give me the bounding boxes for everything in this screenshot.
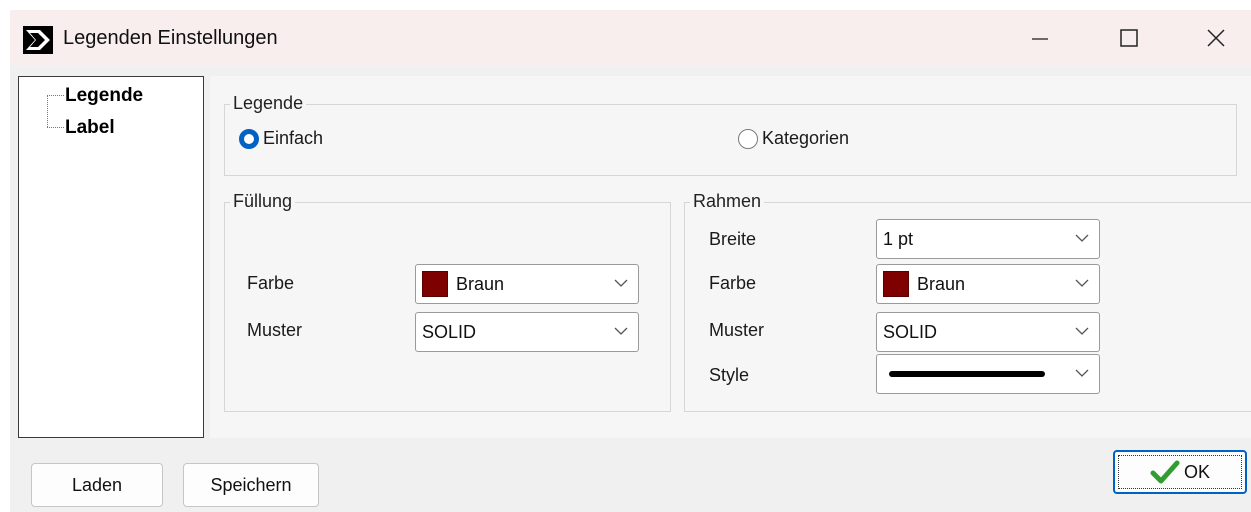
radio-checked-icon	[239, 128, 259, 149]
rahmen-farbe-value: Braun	[917, 273, 966, 294]
line-style-preview	[889, 371, 1045, 377]
checkmark-icon	[1150, 460, 1180, 484]
chevron-down-icon	[1075, 234, 1089, 242]
tree-connector	[47, 95, 48, 127]
dialog-window: Legenden Einstellungen Legende Label Leg…	[10, 10, 1251, 512]
close-icon	[1207, 29, 1225, 47]
color-swatch	[883, 271, 909, 297]
fuellung-farbe-value: Braun	[456, 273, 505, 294]
minimize-icon	[1032, 38, 1048, 40]
rahmen-farbe-dropdown[interactable]: Braun	[876, 264, 1100, 304]
rahmen-farbe-label: Farbe	[709, 273, 757, 293]
settings-tree: Legende Label	[18, 76, 204, 438]
legende-group-title: Legende	[230, 93, 307, 114]
maximize-button[interactable]	[1108, 18, 1148, 58]
tree-connector	[47, 95, 64, 96]
rahmen-group: Rahmen Breite 1 pt Farbe Braun Muster SO…	[684, 191, 1251, 412]
fuellung-muster-value: SOLID	[422, 321, 477, 342]
chevron-down-icon	[1075, 279, 1089, 287]
fuellung-farbe-dropdown[interactable]: Braun	[415, 264, 639, 304]
color-swatch	[422, 271, 448, 297]
radio-einfach[interactable]: Einfach	[239, 128, 323, 149]
rahmen-breite-label: Breite	[709, 229, 757, 249]
laden-button[interactable]: Laden	[31, 463, 163, 507]
chevron-down-icon	[614, 279, 628, 287]
rahmen-muster-value: SOLID	[883, 321, 938, 342]
window-title: Legenden Einstellungen	[63, 27, 278, 49]
rahmen-breite-value: 1 pt	[883, 228, 914, 249]
tree-item-label[interactable]: Label	[65, 117, 115, 139]
fuellung-group: Füllung Farbe Braun Muster SOLID	[224, 191, 671, 412]
ok-button[interactable]: OK	[1113, 450, 1247, 494]
rahmen-breite-dropdown[interactable]: 1 pt	[876, 219, 1100, 259]
tree-connector	[47, 127, 64, 128]
maximize-icon	[1120, 29, 1138, 47]
minimize-button[interactable]	[1020, 18, 1060, 58]
app-icon	[23, 26, 53, 54]
rahmen-style-dropdown[interactable]	[876, 354, 1100, 394]
radio-kategorien[interactable]: Kategorien	[738, 128, 849, 149]
fuellung-farbe-label: Farbe	[247, 273, 295, 293]
chevron-down-icon	[614, 327, 628, 335]
rahmen-muster-dropdown[interactable]: SOLID	[876, 312, 1100, 352]
legende-group: Legende Einfach Kategorien	[224, 93, 1237, 176]
ok-button-label: OK	[1183, 461, 1210, 482]
chevron-down-icon	[1075, 369, 1089, 377]
fuellung-muster-dropdown[interactable]: SOLID	[415, 312, 639, 352]
close-button[interactable]	[1196, 18, 1236, 58]
settings-content: Legende Einfach Kategorien Füllung Farbe…	[210, 76, 1251, 438]
radio-einfach-label: Einfach	[263, 128, 324, 148]
radio-unchecked-icon	[738, 128, 758, 149]
tree-item-legende[interactable]: Legende	[65, 85, 143, 107]
speichern-button[interactable]: Speichern	[183, 463, 319, 507]
fuellung-group-title: Füllung	[230, 191, 296, 212]
rahmen-muster-label: Muster	[709, 320, 765, 340]
rahmen-group-title: Rahmen	[690, 191, 765, 212]
title-bar: Legenden Einstellungen	[10, 10, 1251, 66]
radio-kategorien-label: Kategorien	[762, 128, 850, 148]
ok-button-focus: OK	[1118, 455, 1242, 489]
chevron-down-icon	[1075, 327, 1089, 335]
rahmen-style-label: Style	[709, 365, 750, 385]
fuellung-muster-label: Muster	[247, 320, 303, 340]
